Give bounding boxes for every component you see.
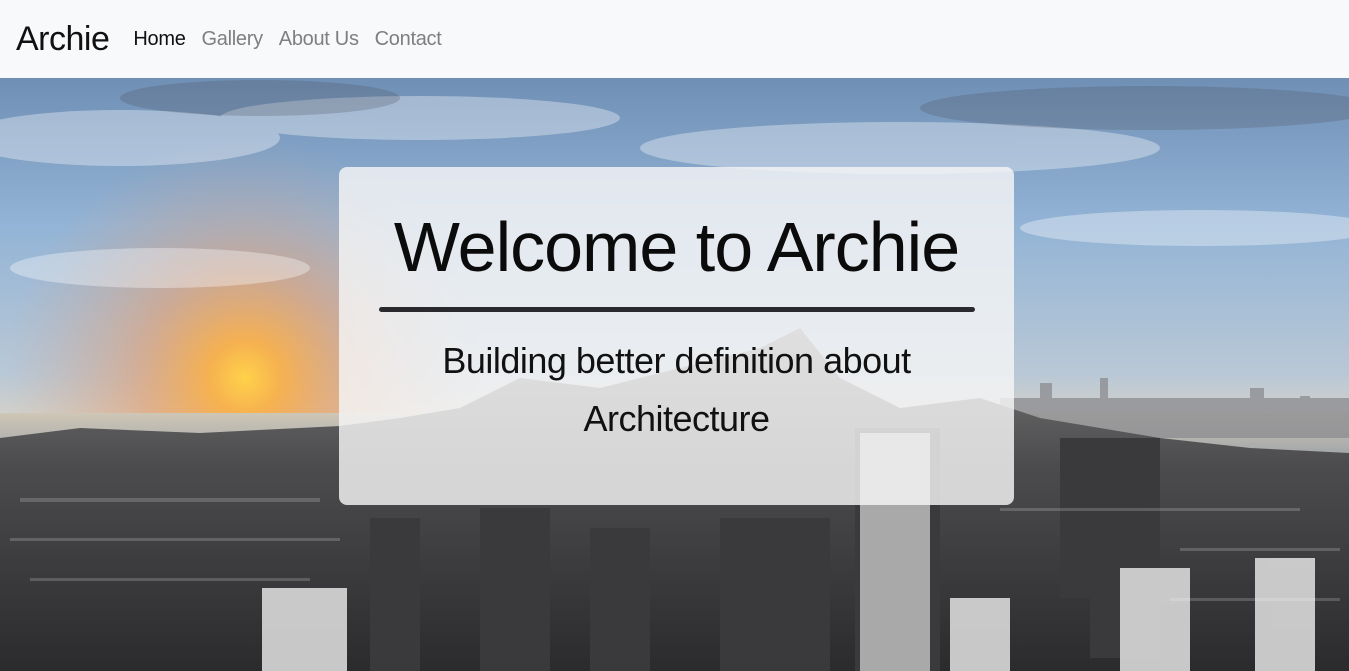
hero-title: Welcome to Archie bbox=[393, 208, 960, 286]
nav-link-about-us[interactable]: About Us bbox=[279, 28, 359, 51]
hero-card: Welcome to Archie Building better defini… bbox=[339, 167, 1014, 505]
hero-section: Welcome to Archie Building better defini… bbox=[0, 78, 1349, 671]
top-navbar: Archie Home Gallery About Us Contact bbox=[0, 0, 1349, 78]
brand-logo[interactable]: Archie bbox=[16, 20, 110, 59]
nav-link-contact[interactable]: Contact bbox=[375, 28, 442, 51]
hero-subtitle: Building better definition about Archite… bbox=[442, 340, 911, 439]
nav-links: Home Gallery About Us Contact bbox=[133, 28, 441, 51]
nav-link-gallery[interactable]: Gallery bbox=[202, 28, 264, 51]
hero-divider bbox=[378, 307, 975, 312]
nav-link-home[interactable]: Home bbox=[133, 28, 185, 51]
